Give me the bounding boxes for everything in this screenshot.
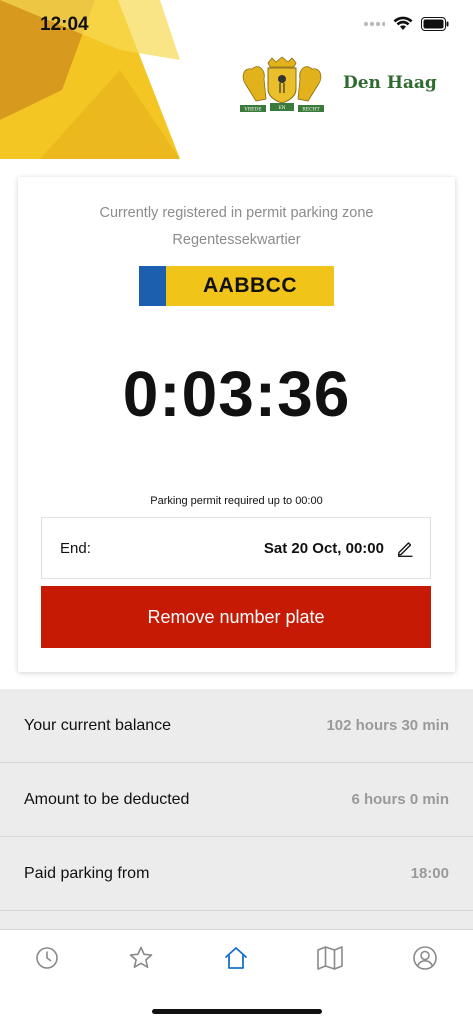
info-row-deducted: Amount to be deducted 6 hours 0 min bbox=[0, 763, 473, 837]
status-bar: 12:04 bbox=[0, 0, 473, 50]
status-time: 12:04 bbox=[40, 14, 89, 35]
status-icons bbox=[363, 16, 449, 31]
battery-icon bbox=[421, 16, 449, 31]
coat-of-arms-logo: VREDE EN RECHT bbox=[236, 55, 328, 124]
zone-name: Regentessekwartier bbox=[172, 232, 301, 248]
tab-favorites[interactable] bbox=[121, 938, 161, 978]
profile-icon bbox=[413, 946, 437, 970]
signal-dots-icon bbox=[363, 21, 385, 26]
info-label: Paid parking from bbox=[24, 864, 150, 882]
zone-description: Currently registered in permit parking z… bbox=[99, 205, 374, 221]
home-icon bbox=[225, 947, 247, 969]
tab-profile[interactable] bbox=[405, 938, 445, 978]
tab-history[interactable] bbox=[27, 938, 67, 978]
balance-info-list: Your current balance 102 hours 30 min Am… bbox=[0, 689, 473, 929]
star-icon bbox=[129, 946, 153, 968]
coat-of-arms-icon: VREDE EN RECHT bbox=[240, 56, 324, 113]
info-label: Your current balance bbox=[24, 716, 172, 734]
info-value: 6 hours 0 min bbox=[351, 791, 449, 808]
number-plate: AABBCC bbox=[139, 266, 334, 306]
home-indicator[interactable] bbox=[152, 1009, 322, 1014]
tab-home[interactable] bbox=[216, 938, 256, 978]
end-label: End: bbox=[60, 539, 91, 557]
motto-word-3: RECHT bbox=[302, 107, 320, 113]
clock-icon bbox=[36, 947, 58, 969]
motto-word-1: VREDE bbox=[243, 107, 261, 113]
permit-required-note: Parking permit required up to 00:00 bbox=[150, 495, 323, 507]
end-value: Sat 20 Oct, 00:00 bbox=[263, 539, 384, 557]
plate-number: AABBCC bbox=[203, 274, 297, 297]
edit-pencil-icon[interactable] bbox=[396, 539, 414, 557]
info-row-paid-parking: Paid parking from 18:00 bbox=[0, 837, 473, 911]
info-row-balance: Your current balance 102 hours 30 min bbox=[0, 689, 473, 763]
tab-map[interactable] bbox=[310, 938, 350, 978]
map-icon bbox=[317, 946, 343, 970]
elapsed-timer: 0:03:36 bbox=[122, 358, 351, 430]
end-time-row[interactable]: End: Sat 20 Oct, 00:00 bbox=[41, 517, 431, 579]
info-value: 102 hours 30 min bbox=[326, 717, 449, 734]
city-name: Den Haag bbox=[343, 73, 437, 93]
info-label: Amount to be deducted bbox=[24, 790, 190, 808]
permit-card: Currently registered in permit parking z… bbox=[18, 177, 455, 672]
info-value: 18:00 bbox=[410, 865, 449, 882]
plate-flag bbox=[139, 266, 166, 306]
motto-word-2: EN bbox=[278, 105, 285, 111]
wifi-icon bbox=[393, 16, 413, 30]
remove-number-plate-button[interactable]: Remove number plate bbox=[41, 586, 431, 648]
